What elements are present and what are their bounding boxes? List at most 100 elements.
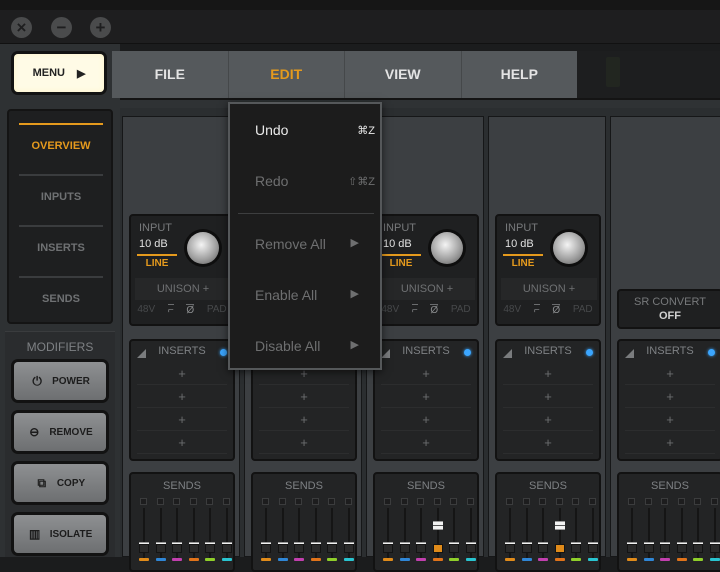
- send-select-button[interactable]: [709, 544, 720, 553]
- menu-item-enable-all[interactable]: Enable All ▶: [255, 287, 375, 303]
- insert-slot[interactable]: +: [503, 432, 593, 454]
- send-select-button[interactable]: [554, 544, 565, 553]
- inserts-status-led[interactable]: [586, 349, 593, 356]
- low-cut-toggle[interactable]: ⌐: [167, 304, 174, 316]
- send-select-button[interactable]: [172, 544, 182, 553]
- send-select-button[interactable]: [327, 544, 337, 553]
- send-fader[interactable]: [327, 498, 337, 568]
- input-type-button[interactable]: LINE: [503, 258, 543, 269]
- pad-toggle[interactable]: PAD: [451, 304, 471, 316]
- insert-slot[interactable]: +: [137, 363, 227, 385]
- fader-handle[interactable]: [432, 521, 443, 531]
- low-cut-toggle[interactable]: ⌐: [411, 304, 418, 316]
- insert-slot[interactable]: +: [259, 409, 349, 431]
- fader-handle[interactable]: [554, 521, 565, 531]
- insert-slot[interactable]: +: [259, 432, 349, 454]
- send-select-button[interactable]: [221, 544, 232, 553]
- send-fader[interactable]: [449, 498, 459, 568]
- send-fader[interactable]: [571, 498, 581, 568]
- send-fader[interactable]: [399, 498, 410, 568]
- phantom-power-toggle[interactable]: 48V: [137, 304, 155, 316]
- send-select-button[interactable]: [538, 544, 548, 553]
- send-fader[interactable]: [155, 498, 166, 568]
- send-fader[interactable]: [139, 498, 149, 568]
- send-fader[interactable]: [587, 498, 598, 568]
- low-cut-toggle[interactable]: ⌐: [533, 304, 540, 316]
- menu-item-redo[interactable]: Redo ⇧⌘Z: [255, 173, 375, 189]
- send-select-button[interactable]: [643, 544, 654, 553]
- power-button[interactable]: ⏻ POWER: [14, 362, 106, 400]
- insert-slot[interactable]: +: [381, 386, 471, 408]
- insert-slot[interactable]: +: [137, 386, 227, 408]
- insert-slot[interactable]: +: [381, 432, 471, 454]
- send-fader[interactable]: [205, 498, 215, 568]
- send-fader[interactable]: [261, 498, 271, 568]
- send-select-button[interactable]: [449, 544, 459, 553]
- menu-item-disable-all[interactable]: Disable All ▶: [255, 338, 375, 354]
- unison-slot[interactable]: UNISON +: [501, 278, 597, 300]
- send-fader[interactable]: [505, 498, 515, 568]
- send-select-button[interactable]: [205, 544, 215, 553]
- send-select-button[interactable]: [261, 544, 271, 553]
- inserts-status-led[interactable]: [708, 349, 715, 356]
- send-fader[interactable]: [172, 498, 182, 568]
- inserts-status-led[interactable]: [220, 349, 227, 356]
- polarity-toggle[interactable]: Ø: [430, 304, 439, 316]
- insert-slot[interactable]: +: [625, 432, 715, 454]
- send-select-button[interactable]: [343, 544, 354, 553]
- menu-button[interactable]: MENU ▶: [14, 54, 104, 92]
- insert-slot[interactable]: +: [503, 409, 593, 431]
- input-type-button[interactable]: LINE: [137, 258, 177, 269]
- insert-slot[interactable]: +: [137, 409, 227, 431]
- send-fader[interactable]: [343, 498, 354, 568]
- send-select-button[interactable]: [505, 544, 515, 553]
- gain-knob[interactable]: [553, 232, 585, 264]
- send-select-button[interactable]: [521, 544, 532, 553]
- send-fader[interactable]: [188, 498, 199, 568]
- send-fader[interactable]: [294, 498, 304, 568]
- send-select-button[interactable]: [571, 544, 581, 553]
- pad-toggle[interactable]: PAD: [207, 304, 227, 316]
- send-fader[interactable]: [416, 498, 426, 568]
- gain-knob[interactable]: [187, 232, 219, 264]
- send-select-button[interactable]: [627, 544, 637, 553]
- send-fader[interactable]: [383, 498, 393, 568]
- send-fader[interactable]: [693, 498, 703, 568]
- polarity-toggle[interactable]: Ø: [186, 304, 195, 316]
- unison-slot[interactable]: UNISON +: [135, 278, 231, 300]
- pad-toggle[interactable]: PAD: [573, 304, 593, 316]
- insert-slot[interactable]: +: [625, 409, 715, 431]
- send-fader[interactable]: [627, 498, 637, 568]
- menu-item-undo[interactable]: Undo ⌘Z: [255, 122, 375, 138]
- send-fader[interactable]: [554, 498, 565, 568]
- insert-slot[interactable]: +: [381, 409, 471, 431]
- insert-slot[interactable]: +: [625, 363, 715, 385]
- minimize-window-button[interactable]: −: [51, 17, 72, 38]
- phantom-power-toggle[interactable]: 48V: [503, 304, 521, 316]
- remove-button[interactable]: ⊖ REMOVE: [14, 413, 106, 451]
- inserts-status-led[interactable]: [464, 349, 471, 356]
- menu-item-remove-all[interactable]: Remove All ▶: [255, 236, 375, 252]
- send-select-button[interactable]: [188, 544, 199, 553]
- insert-slot[interactable]: +: [503, 386, 593, 408]
- send-fader[interactable]: [521, 498, 532, 568]
- send-select-button[interactable]: [416, 544, 426, 553]
- nav-item-sends[interactable]: SENDS: [19, 276, 103, 326]
- menu-file[interactable]: FILE: [112, 51, 229, 98]
- send-select-button[interactable]: [310, 544, 321, 553]
- send-fader[interactable]: [660, 498, 670, 568]
- copy-button[interactable]: ⧉ COPY: [14, 464, 106, 502]
- insert-slot[interactable]: +: [137, 432, 227, 454]
- insert-slot[interactable]: +: [381, 363, 471, 385]
- send-fader[interactable]: [277, 498, 288, 568]
- send-select-button[interactable]: [676, 544, 687, 553]
- send-select-button[interactable]: [399, 544, 410, 553]
- send-select-button[interactable]: [383, 544, 393, 553]
- nav-item-inputs[interactable]: INPUTS: [19, 174, 103, 224]
- send-fader[interactable]: [538, 498, 548, 568]
- send-select-button[interactable]: [660, 544, 670, 553]
- close-window-button[interactable]: ×: [11, 17, 32, 38]
- send-select-button[interactable]: [432, 544, 443, 553]
- insert-slot[interactable]: +: [503, 363, 593, 385]
- send-select-button[interactable]: [139, 544, 149, 553]
